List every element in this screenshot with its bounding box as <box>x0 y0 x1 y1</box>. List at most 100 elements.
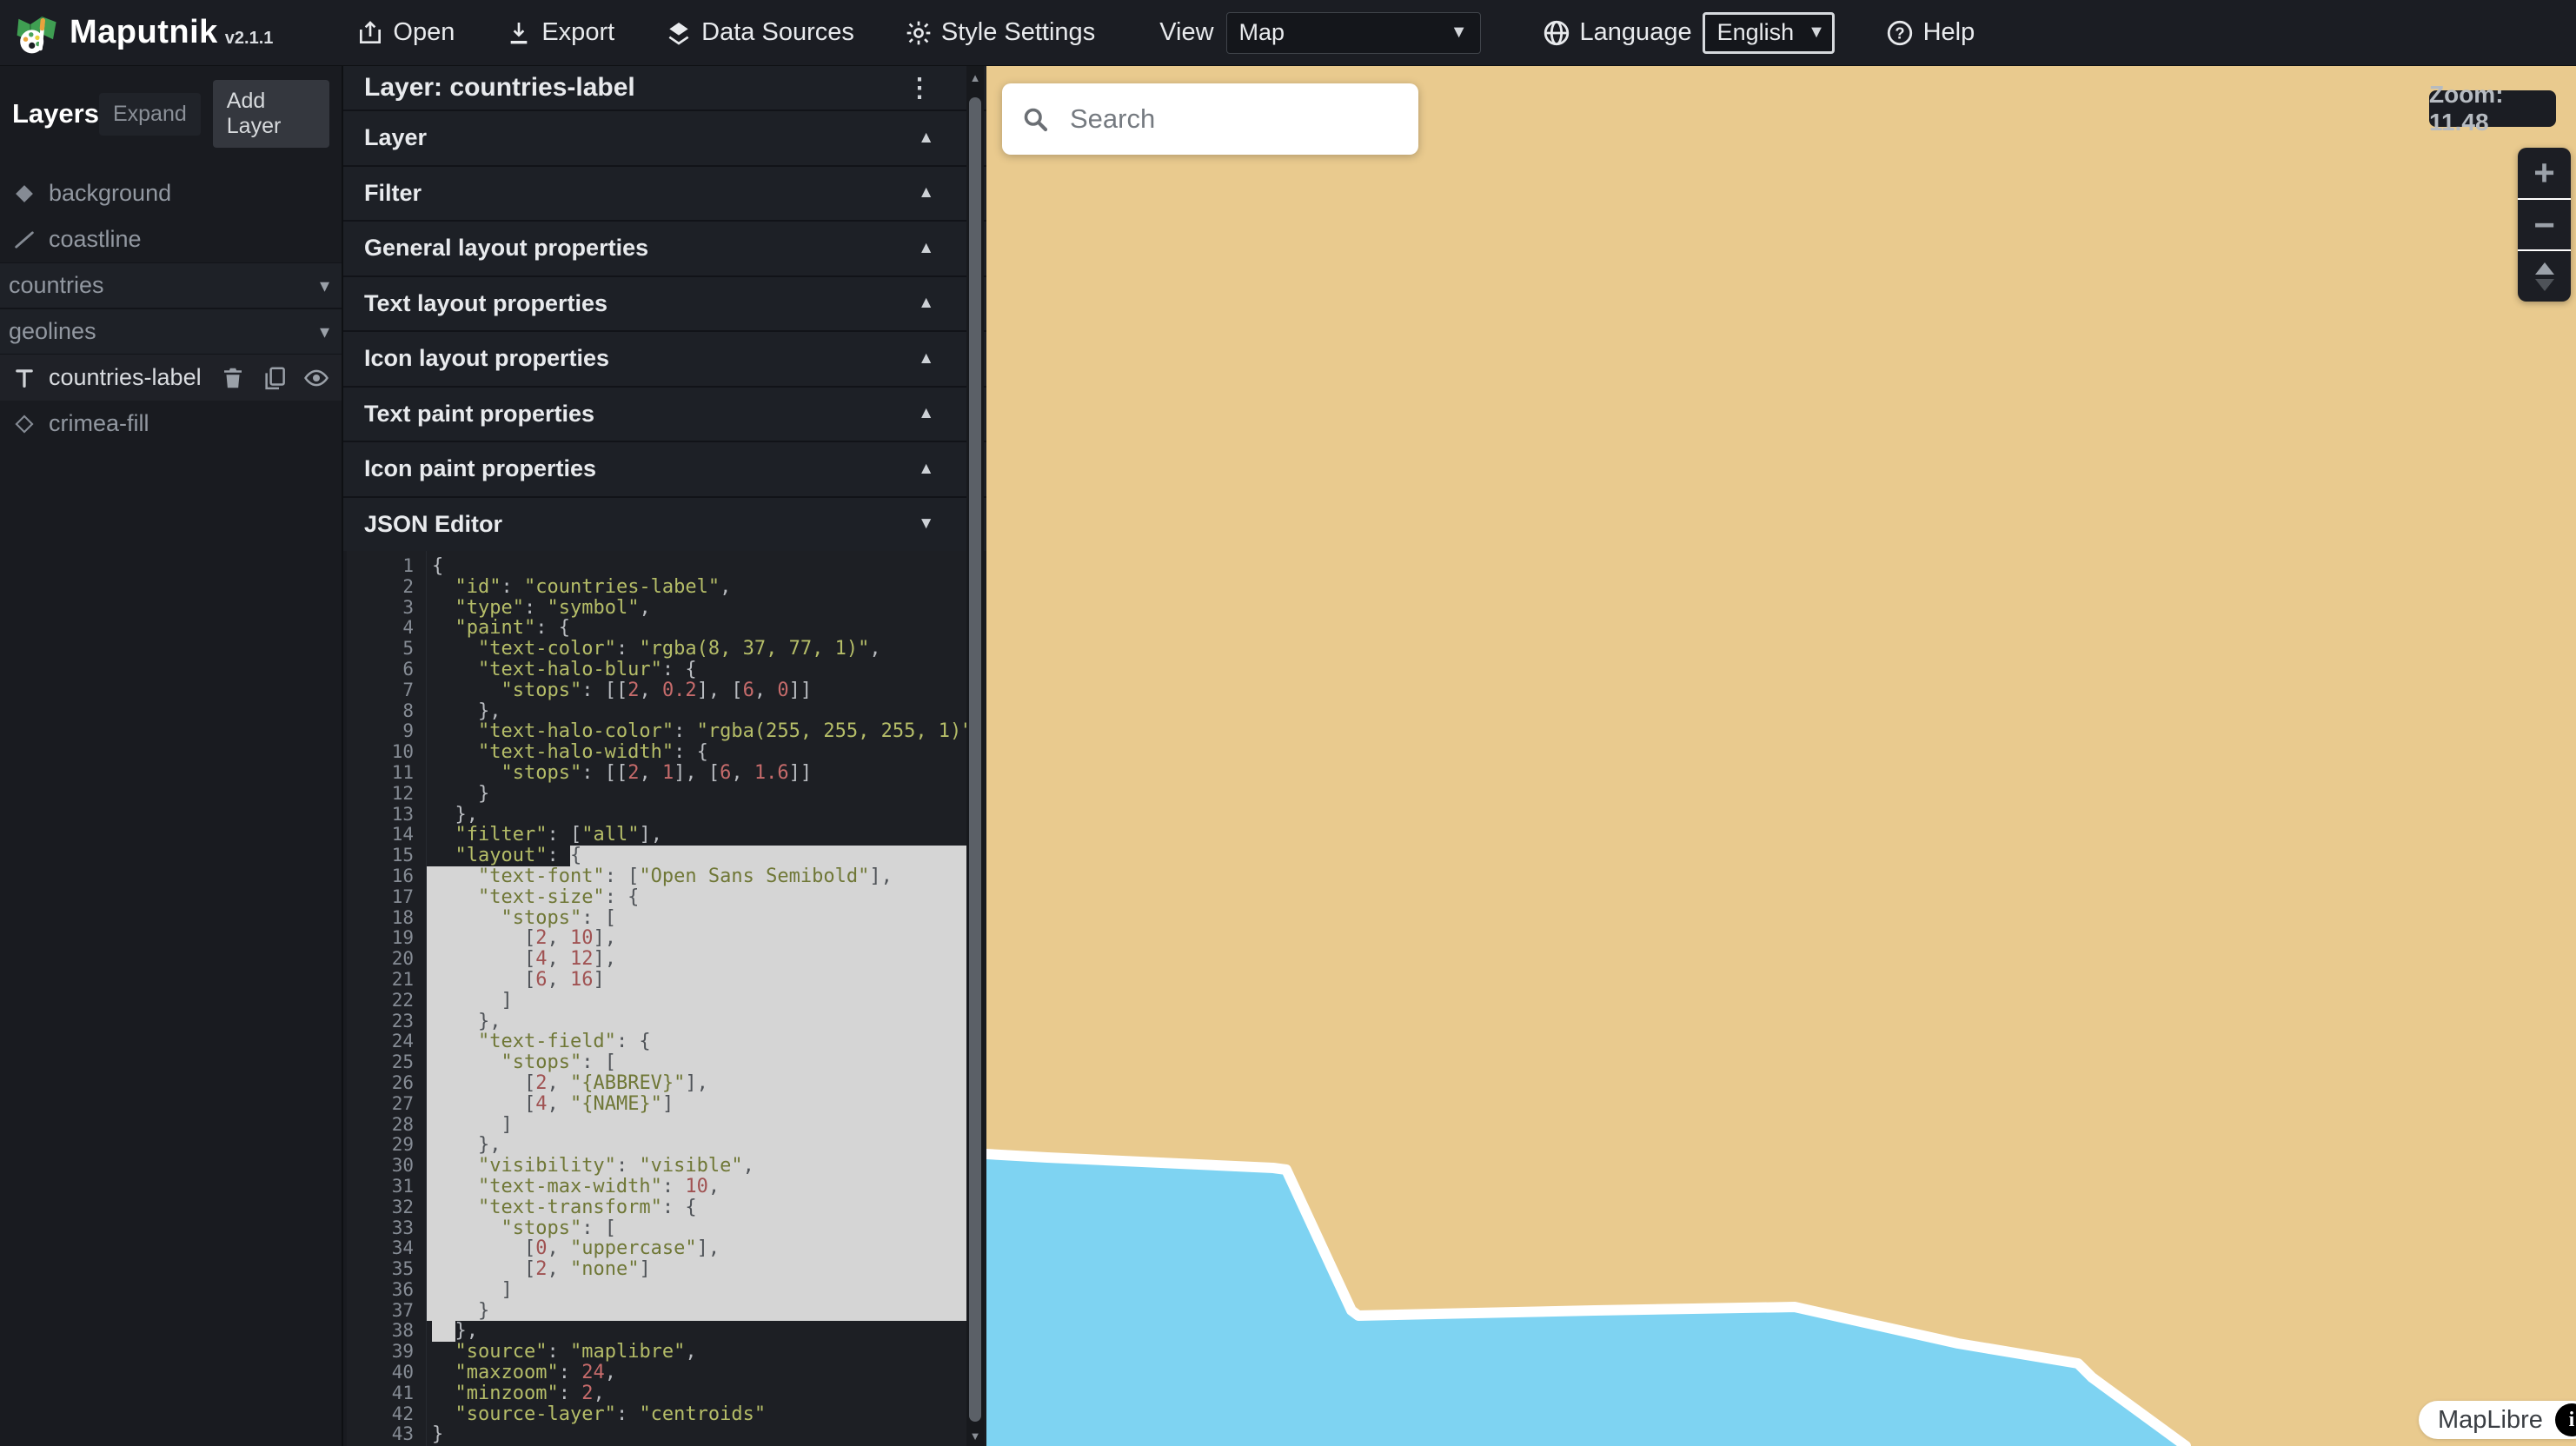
line-number: 2 <box>347 577 426 598</box>
line-number: 19 <box>347 928 426 949</box>
layers-title: Layers <box>12 98 99 129</box>
section-json-editor[interactable]: JSON Editor▼ <box>343 496 986 552</box>
visibility-icon[interactable] <box>303 365 329 391</box>
menu-item-style-settings[interactable]: Style Settings <box>905 18 1095 47</box>
attribution-link[interactable]: MapLibre <box>2438 1406 2543 1435</box>
layer-list: backgroundcoastlinecountries▾geolines▾ co… <box>0 170 342 447</box>
code-line: "text-halo-color": "rgba(255, 255, 255, … <box>427 721 968 742</box>
panel-scrollbar[interactable]: ▲ ▼ <box>966 66 984 1446</box>
code-line: "text-field": { <box>427 1031 968 1052</box>
section-label: General layout properties <box>364 235 648 262</box>
code-line: }, <box>427 1135 968 1156</box>
menu-item-open[interactable]: Open <box>356 18 455 47</box>
line-number: 36 <box>347 1280 426 1301</box>
code-line: } <box>427 1424 968 1445</box>
code-line: "stops": [[2, 1], [6, 1.6]] <box>427 763 968 784</box>
chevron-down-icon: ▾ <box>320 321 329 343</box>
section-icon-paint-properties[interactable]: Icon paint properties ▲ <box>343 441 986 496</box>
code-line: "text-max-width": 10, <box>427 1177 968 1197</box>
json-editor-gutter: 1234567891011121314151617181920212223242… <box>347 551 427 1446</box>
layer-actions <box>204 365 329 391</box>
section-text-paint-properties[interactable]: Text paint properties▲ <box>343 386 986 441</box>
menu-item-data-sources[interactable]: Data Sources <box>665 18 854 47</box>
code-line: }, <box>427 805 968 826</box>
export-icon <box>505 19 533 47</box>
add-layer-button[interactable]: Add Layer <box>213 80 329 148</box>
menu-item-export[interactable]: Export <box>505 18 614 47</box>
line-number: 31 <box>347 1177 426 1197</box>
section-label: Icon paint properties <box>364 455 596 482</box>
json-editor-code[interactable]: { "id": "countries-label", "type": "symb… <box>427 551 968 1446</box>
map-search-box[interactable] <box>1002 83 1418 155</box>
section-label: JSON Editor <box>364 511 502 538</box>
code-line: "stops": [[2, 0.2], [6, 0]] <box>427 680 968 701</box>
code-line: [4, 12], <box>427 949 968 970</box>
line-number: 34 <box>347 1238 426 1259</box>
code-line: }, <box>427 1012 968 1032</box>
duplicate-icon[interactable] <box>262 365 288 391</box>
section-label: Icon layout properties <box>364 345 609 372</box>
caret-up-icon: ▲ <box>918 460 934 479</box>
help-button[interactable]: ? Help <box>1885 18 1975 48</box>
layer-item-countries-label[interactable]: countries-label <box>0 355 342 401</box>
search-input[interactable] <box>1068 103 1418 136</box>
view-select[interactable]: Map ▼ <box>1226 12 1481 54</box>
scroll-up-icon[interactable]: ▲ <box>966 71 984 84</box>
code-line: "minzoom": 2, <box>427 1383 968 1404</box>
line-number: 25 <box>347 1052 426 1073</box>
menu-item-label: Export <box>541 18 614 47</box>
maputnik-logo: Maputnik v2.1.1 <box>14 10 273 56</box>
code-line: [4, "{NAME}"] <box>427 1094 968 1115</box>
line-number: 33 <box>347 1218 426 1239</box>
layer-group-geolines[interactable]: geolines▾ <box>0 308 342 355</box>
layer-item-background[interactable]: background <box>0 170 342 216</box>
code-line: "stops": [ <box>427 1218 968 1239</box>
code-line: "source-layer": "centroids" <box>427 1404 968 1425</box>
section-label: Text layout properties <box>364 290 607 317</box>
json-editor[interactable]: 1234567891011121314151617181920212223242… <box>347 551 968 1446</box>
layer-label: countries-label <box>49 364 202 391</box>
line-number: 8 <box>347 701 426 722</box>
line-number: 23 <box>347 1012 426 1032</box>
search-icon <box>1019 103 1051 135</box>
scrollbar-thumb[interactable] <box>969 97 981 1422</box>
layer-item-coastline[interactable]: coastline <box>0 216 342 262</box>
expand-button[interactable]: Expand <box>99 93 201 136</box>
layer-item-crimea-fill[interactable]: crimea-fill <box>0 401 342 447</box>
line-number: 41 <box>347 1383 426 1404</box>
section-icon-layout-properties[interactable]: Icon layout properties▲ <box>343 330 986 386</box>
section-layer[interactable]: Layer▲ <box>343 109 986 165</box>
section-text-layout-properties[interactable]: Text layout properties▲ <box>343 275 986 331</box>
section-filter[interactable]: Filter▲ <box>343 165 986 221</box>
line-number: 13 <box>347 805 426 826</box>
section-general-layout-properties[interactable]: General layout properties▲ <box>343 220 986 275</box>
help-label: Help <box>1923 18 1975 47</box>
scroll-down-icon[interactable]: ▼ <box>966 1429 984 1443</box>
code-line: [0, "uppercase"], <box>427 1238 968 1259</box>
layer-group-countries[interactable]: countries▾ <box>0 262 342 308</box>
info-icon[interactable]: i <box>2555 1403 2576 1436</box>
view-select-value: Map <box>1239 19 1285 46</box>
code-line: ] <box>427 1115 968 1136</box>
compass-button[interactable] <box>2518 249 2571 302</box>
zoom-in-button[interactable]: + <box>2518 148 2571 198</box>
layer-menu-kebab-icon[interactable]: ⋮ <box>906 73 934 103</box>
line-number: 38 <box>347 1321 426 1342</box>
map-canvas[interactable]: Zoom: 11.48 + − MapLibre i <box>986 66 2576 1446</box>
language-select[interactable]: English ▼ <box>1703 12 1835 54</box>
code-line: } <box>427 784 968 805</box>
zoom-level-badge: Zoom: 11.48 <box>2429 90 2556 127</box>
code-line: "text-transform": { <box>427 1197 968 1218</box>
delete-icon[interactable] <box>220 365 246 391</box>
line-number: 11 <box>347 763 426 784</box>
section-label: Layer <box>364 124 427 151</box>
line-number: 27 <box>347 1094 426 1115</box>
zoom-out-button[interactable]: − <box>2518 198 2571 250</box>
code-line: "maxzoom": 24, <box>427 1363 968 1383</box>
zoom-in-icon: + <box>2533 152 2555 194</box>
code-line: }, <box>427 1321 968 1342</box>
line-number: 29 <box>347 1135 426 1156</box>
main-menu: Open Export Data Sources Style Settings <box>356 18 1145 47</box>
line-number: 42 <box>347 1404 426 1425</box>
view-control-group: View Map ▼ <box>1159 12 1480 54</box>
